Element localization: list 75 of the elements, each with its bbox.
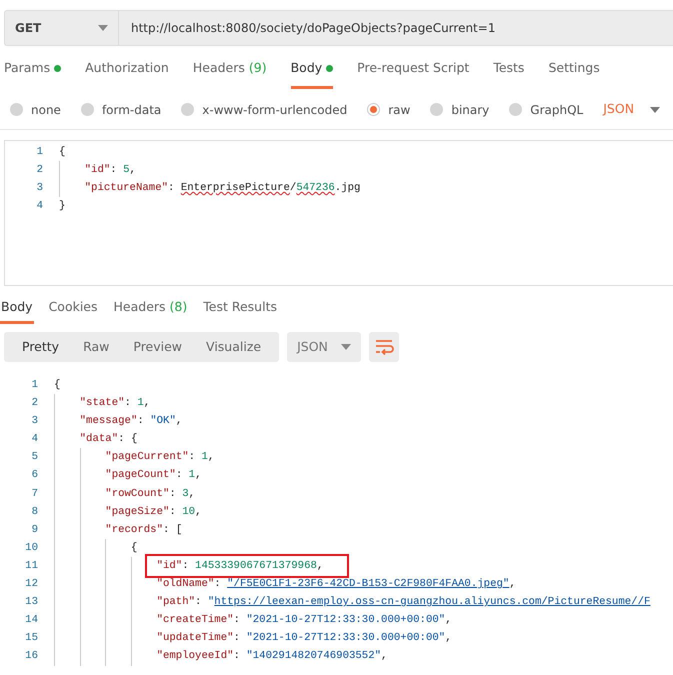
line-number: 4: [36, 199, 43, 214]
code-line: {: [130, 540, 138, 556]
wrap-button[interactable]: [369, 332, 400, 362]
request-tab[interactable]: Pre-request Script: [357, 51, 470, 89]
code-line: {: [54, 378, 60, 393]
line-number: 14: [24, 613, 38, 628]
line-number: 6: [30, 468, 38, 484]
link[interactable]: https://leexan-employ.oss-cn-guangzhou.aliyuncs.com/PictureResume//F: [214, 596, 650, 608]
radio-label: form-data: [102, 102, 162, 118]
line-number: 7: [30, 486, 38, 502]
code-line: "pageCurrent": 1,: [105, 450, 214, 466]
request-tab[interactable]: Authorization: [85, 51, 169, 89]
code-line: "pictureName": EnterprisePicture/547236.jpg: [84, 181, 360, 196]
code-line: "pageCount": 1,: [105, 468, 202, 484]
response-tab[interactable]: Cookies: [48, 294, 99, 324]
request-body-editor[interactable]: 1 { 2 "id": 5, 3 "pictureName": EnterprisePicture/547236.jpg 4 }: [4, 140, 673, 286]
radio-label: none: [31, 102, 61, 118]
view-mode-button[interactable]: Raw: [71, 332, 122, 362]
radio-label: GraphQL: [530, 102, 584, 118]
request-tab[interactable]: Headers (9): [192, 51, 267, 89]
line-number: 15: [24, 631, 38, 646]
line-number: 11: [24, 558, 38, 574]
link[interactable]: "/F5E0C1F1-23F6-42CD-B153-C2F980F4FAA0.jpeg": [227, 578, 510, 590]
line-number: 10: [24, 540, 38, 556]
code-line: "createTime": "2021-10-27T12:33:30.000+00:00",: [156, 613, 452, 628]
response-tab[interactable]: Body: [0, 294, 34, 324]
code-line: }: [59, 199, 66, 214]
line-number: 3: [36, 181, 43, 196]
code-line: {: [59, 145, 66, 160]
line-number: 2: [36, 163, 43, 178]
code-line: "records": [: [105, 522, 182, 538]
view-mode-button[interactable]: Visualize: [194, 332, 274, 362]
line-number: 3: [30, 414, 38, 430]
line-number: 13: [24, 595, 38, 610]
radio-button[interactable]: [509, 103, 522, 116]
caret-icon: [341, 344, 352, 350]
code-line: "pageSize": 10,: [105, 504, 202, 520]
code-line: "oldName": "/F5E0C1F1-23F6-42CD-B153-C2F980F4FAA0.jpeg",: [156, 577, 516, 592]
request-tab[interactable]: Body: [290, 51, 334, 89]
line-number: 5: [30, 450, 38, 466]
request-tab[interactable]: Settings: [548, 51, 600, 89]
code-line: "data": {: [80, 432, 138, 448]
radio-label: raw: [388, 102, 410, 118]
line-number: 1: [36, 145, 43, 160]
line-number: 8: [30, 504, 38, 520]
line-number: 4: [30, 432, 38, 448]
radio-label: x-www-form-urlencoded: [202, 102, 348, 118]
request-tab[interactable]: Tests: [493, 51, 524, 89]
line-number: 12: [24, 577, 38, 592]
radio-button[interactable]: [367, 103, 380, 116]
line-number: 9: [30, 522, 38, 538]
line-number: 16: [24, 649, 38, 664]
response-tab[interactable]: Headers (8): [112, 294, 188, 324]
code-line: "rowCount": 3,: [105, 486, 196, 502]
code-line: "message": "OK",: [80, 414, 182, 430]
request-tab[interactable]: Params: [4, 51, 62, 89]
view-mode-button[interactable]: Preview: [121, 332, 194, 362]
format-dropdown[interactable]: JSON: [287, 332, 362, 362]
line-number: 2: [30, 396, 38, 412]
radio-label: binary: [451, 102, 490, 118]
wrap-lines-icon: [374, 339, 394, 355]
line-number: 1: [30, 378, 38, 393]
code-line: "path": "https://leexan-employ.oss-cn-guangzhou.aliyuncs.com/PictureResume//F: [156, 595, 650, 610]
radio-button[interactable]: [430, 103, 444, 116]
response-tab[interactable]: Test Results: [202, 294, 278, 324]
code-line: "id": 5,: [84, 163, 136, 178]
format-dropdown[interactable]: JSON: [603, 100, 660, 119]
view-mode-button[interactable]: Pretty: [10, 332, 72, 362]
radio-button[interactable]: [10, 103, 23, 116]
radio-button[interactable]: [80, 103, 94, 116]
code-line: "updateTime": "2021-10-27T12:33:30.000+00:00",: [156, 631, 452, 646]
code-line: "employeeId": "1402914820746903552",: [156, 649, 388, 664]
caret-icon: [650, 106, 660, 112]
radio-button[interactable]: [181, 103, 194, 116]
code-line: "state": 1,: [80, 396, 150, 412]
